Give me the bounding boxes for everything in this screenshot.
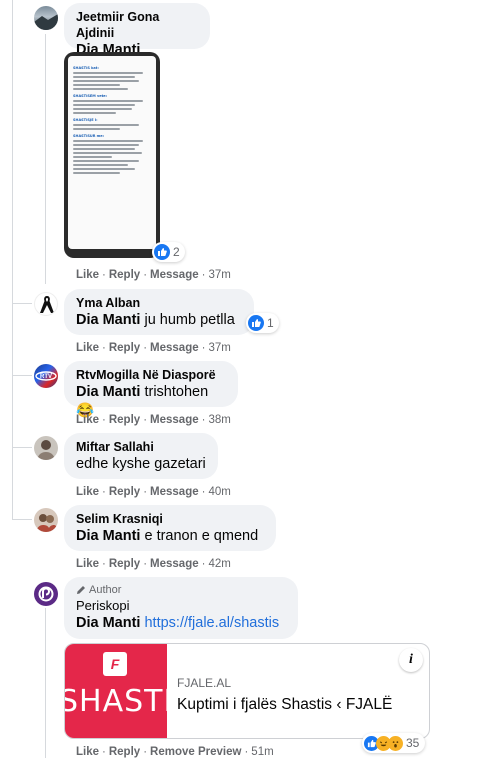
comment-time[interactable]: 37m	[208, 342, 230, 354]
thread-connector	[12, 447, 32, 448]
black-ribbon-icon	[40, 296, 54, 313]
like-icon	[154, 244, 170, 260]
fjale-logo: F	[103, 652, 127, 676]
avatar[interactable]	[34, 6, 58, 30]
preview-image: F SHASTIS	[65, 644, 167, 738]
attachment-heading: SHASTISEM vete:	[73, 94, 108, 98]
comment-author[interactable]: Periskopi	[76, 597, 286, 614]
comment-author[interactable]: Jeetmiir Gona Ajdinii	[76, 9, 198, 41]
comment-actions: Like · Reply · Message · 42m	[76, 558, 231, 570]
author-badge: Author	[76, 583, 286, 597]
reaction-count[interactable]: 1	[246, 313, 279, 333]
comment-time[interactable]: 40m	[208, 486, 230, 498]
comment-actions: Like · Reply · Message · 37m	[76, 342, 231, 354]
like-button[interactable]: Like	[76, 558, 99, 570]
like-button[interactable]: Like	[76, 486, 99, 498]
reply-button[interactable]: Reply	[109, 558, 140, 570]
info-icon[interactable]: i	[399, 648, 423, 672]
comment-text: e tranon e qmend	[140, 528, 259, 544]
comment-actions: Like · Reply · Message · 37m	[76, 269, 231, 281]
thread-connector	[12, 303, 32, 304]
pencil-icon	[77, 586, 85, 594]
link-preview-card[interactable]: F SHASTIS FJALE.AL Kuptimi i fjalës Shas…	[64, 643, 430, 739]
thread-connector	[12, 375, 32, 376]
comment-thread: Jeetmiir Gona Ajdinii Dia Manti SHASTIS …	[0, 0, 481, 765]
attachment-heading: SHASTIS kat:	[73, 66, 99, 70]
comment-bubble: Jeetmiir Gona Ajdinii Dia Manti	[64, 3, 210, 58]
comment-time[interactable]: 42m	[208, 558, 230, 570]
comment-author[interactable]: Yma Alban	[76, 295, 242, 311]
message-button[interactable]: Message	[150, 414, 199, 426]
comment-text: ju humb petlla	[140, 312, 235, 328]
comment-actions: Like · Reply · Message · 40m	[76, 486, 231, 498]
attachment-image[interactable]: SHASTIS kat: SHASTISEM vete: SHASTISJE I…	[64, 52, 160, 258]
thread-line	[45, 608, 46, 758]
comment-bubble: Yma Alban Dia Manti ju humb petlla	[64, 289, 254, 335]
comment-actions: Like · Reply · Remove Preview · 51m	[76, 746, 274, 758]
comment-text: edhe kyshe gazetari	[76, 456, 206, 472]
reaction-count[interactable]: 2	[152, 242, 185, 262]
reply-button[interactable]: Reply	[109, 486, 140, 498]
preview-image-word: SHASTIS	[65, 684, 167, 719]
comment-author[interactable]: Miftar Sallahi	[76, 439, 206, 455]
like-icon	[248, 315, 264, 331]
comment-bubble: RtvMogilla Në Diasporë Dia Manti trishto…	[64, 361, 238, 419]
author-badge-label: Author	[89, 584, 122, 596]
like-button[interactable]: Like	[76, 414, 99, 426]
comment-time[interactable]: 51m	[251, 746, 273, 758]
mention-link[interactable]: Dia Manti	[76, 384, 140, 400]
preview-title[interactable]: Kuptimi i fjalës Shastis ‹ FJALË	[177, 696, 392, 714]
preview-domain: FJALE.AL	[177, 676, 232, 690]
thread-line-left	[12, 0, 13, 520]
avatar[interactable]	[34, 292, 58, 316]
wow-icon	[388, 735, 403, 751]
reaction-count[interactable]: 35	[362, 733, 426, 753]
mention-link[interactable]: Dia Manti	[76, 528, 140, 544]
comment-time[interactable]: 38m	[208, 414, 230, 426]
comment-author[interactable]: RtvMogilla Në Diasporë	[76, 367, 226, 383]
reply-button[interactable]: Reply	[109, 269, 140, 281]
message-button[interactable]: Message	[150, 558, 199, 570]
reaction-number: 2	[173, 245, 180, 259]
reply-button[interactable]: Reply	[109, 746, 140, 758]
comment-url[interactable]: https://fjale.al/shastis	[144, 615, 279, 631]
thread-line	[45, 34, 46, 284]
attachment-heading: SHASTISJE I:	[73, 118, 98, 122]
comment-bubble: Miftar Sallahi edhe kyshe gazetari	[64, 433, 218, 479]
comment-author[interactable]: Selim Krasniqi	[76, 511, 264, 527]
avatar[interactable]	[34, 508, 58, 532]
message-button[interactable]: Message	[150, 486, 199, 498]
mention-link[interactable]: Dia Manti	[76, 312, 140, 328]
thread-connector	[12, 519, 32, 520]
reaction-number: 35	[406, 736, 420, 750]
avatar[interactable]	[34, 582, 58, 606]
remove-preview-button[interactable]: Remove Preview	[150, 746, 241, 758]
avatar[interactable]: RTV	[34, 364, 58, 388]
mention-link[interactable]: Dia Manti	[76, 615, 140, 631]
message-button[interactable]: Message	[150, 342, 199, 354]
message-button[interactable]: Message	[150, 269, 199, 281]
comment-time[interactable]: 37m	[208, 269, 230, 281]
reaction-number: 1	[267, 316, 274, 330]
comment-actions: Like · Reply · Message · 38m	[76, 414, 231, 426]
reply-button[interactable]: Reply	[109, 414, 140, 426]
comment-bubble: Selim Krasniqi Dia Manti e tranon e qmen…	[64, 505, 276, 551]
like-button[interactable]: Like	[76, 746, 99, 758]
like-button[interactable]: Like	[76, 342, 99, 354]
svg-text:RTV: RTV	[40, 374, 52, 380]
reply-button[interactable]: Reply	[109, 342, 140, 354]
comment-bubble: Author Periskopi Dia Manti https://fjale…	[64, 577, 298, 639]
like-button[interactable]: Like	[76, 269, 99, 281]
attachment-screen: SHASTIS kat: SHASTISEM vete: SHASTISJE I…	[68, 56, 156, 249]
avatar[interactable]	[34, 436, 58, 460]
attachment-heading: SHASTISUR me:	[73, 134, 105, 138]
